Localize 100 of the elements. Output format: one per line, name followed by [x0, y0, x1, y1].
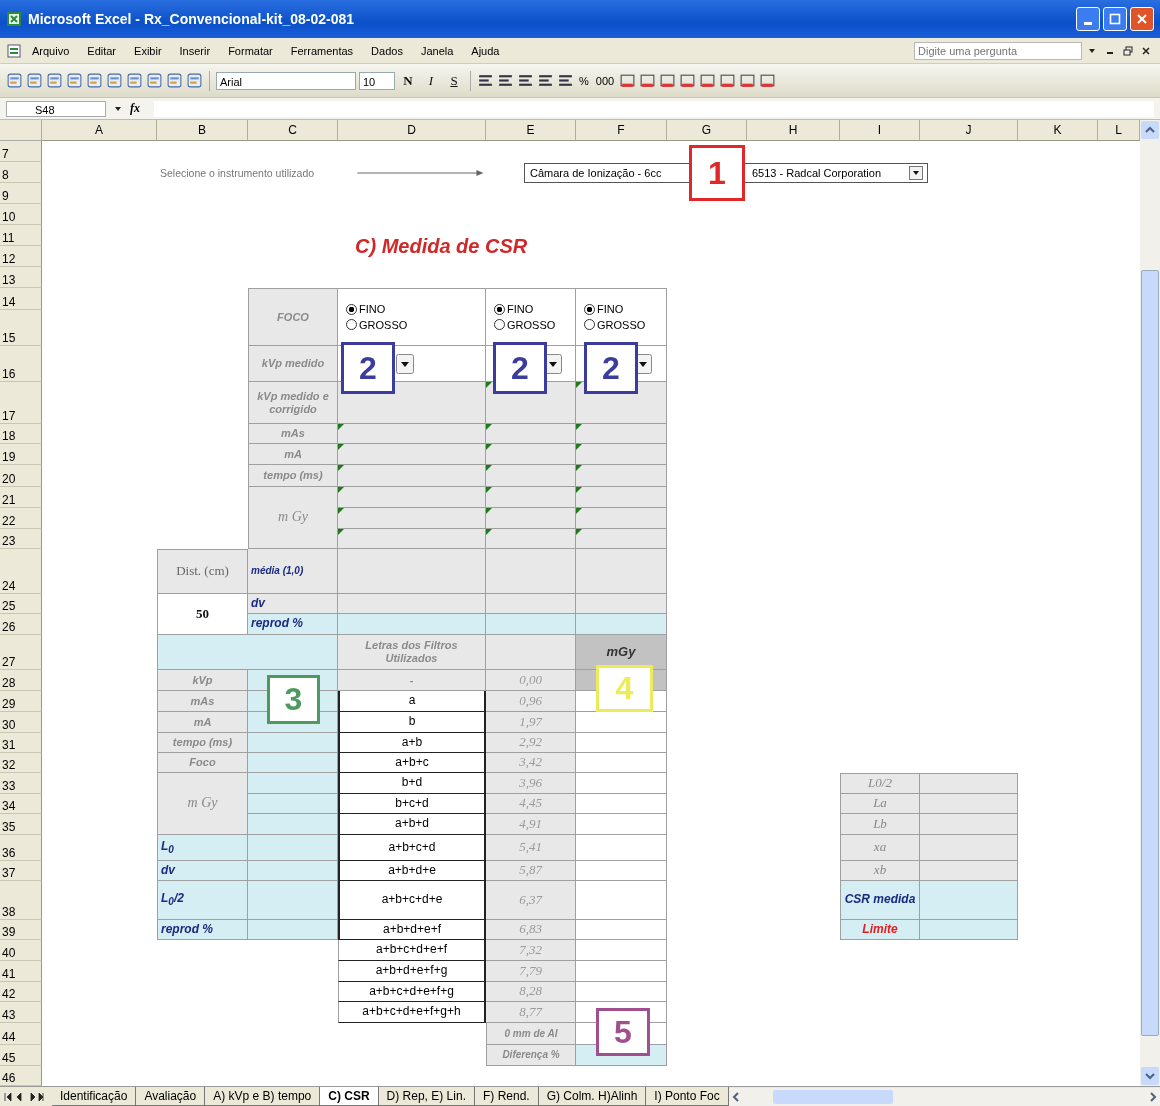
vertical-scrollbar[interactable] [1140, 120, 1160, 1086]
row-header[interactable]: 37 [0, 861, 42, 881]
row-header[interactable]: 9 [0, 183, 42, 204]
row-header[interactable]: 27 [0, 635, 42, 670]
scroll-down-icon[interactable] [1140, 1066, 1160, 1086]
menu-item[interactable]: Exibir [126, 44, 170, 57]
row-header[interactable]: 13 [0, 267, 42, 288]
name-box[interactable]: S48 [6, 100, 106, 117]
align-left-icon[interactable] [477, 72, 494, 89]
row-header[interactable]: 32 [0, 753, 42, 773]
column-header[interactable]: J [920, 120, 1018, 141]
row-header[interactable]: 31 [0, 733, 42, 753]
menu-item[interactable]: Janela [412, 44, 462, 57]
row-header[interactable]: 14 [0, 288, 42, 310]
menu-item[interactable]: Ferramentas [282, 44, 362, 57]
radio-icon[interactable] [584, 303, 595, 315]
column-header[interactable]: C [248, 120, 338, 141]
scroll-thumb[interactable] [1141, 270, 1159, 1036]
row-header[interactable]: 7 [0, 141, 42, 162]
sheet-tab[interactable]: Identificação [52, 1087, 137, 1106]
row-header[interactable]: 30 [0, 712, 42, 733]
row-header[interactable]: 29 [0, 691, 42, 712]
font-name-field[interactable]: Arial [216, 71, 356, 90]
row-header[interactable]: 46 [0, 1066, 42, 1086]
sheet-navigation-icon[interactable] [4, 1090, 44, 1103]
menu-item[interactable]: Arquivo [24, 44, 78, 57]
row-header[interactable]: 39 [0, 920, 42, 940]
column-header[interactable]: B [157, 120, 248, 141]
row-header[interactable]: 21 [0, 487, 42, 508]
scroll-thumb[interactable] [772, 1089, 893, 1104]
column-header[interactable]: I [840, 120, 920, 141]
row-header[interactable]: 43 [0, 1002, 42, 1023]
minimize-button[interactable] [1076, 7, 1100, 31]
row-header[interactable]: 45 [0, 1045, 42, 1066]
row-header[interactable]: 8 [0, 162, 42, 183]
row-header[interactable]: 17 [0, 382, 42, 424]
function-label[interactable]: fx [130, 101, 150, 116]
close-button[interactable] [1130, 7, 1154, 31]
row-header[interactable]: 44 [0, 1023, 42, 1045]
radio-icon[interactable] [494, 319, 505, 331]
row-header[interactable]: 34 [0, 794, 42, 814]
row-header[interactable]: 16 [0, 346, 42, 382]
sheet-tab[interactable]: I) Ponto Foc [646, 1087, 729, 1106]
row-header[interactable]: 10 [0, 204, 42, 225]
column-header[interactable]: K [1018, 120, 1098, 141]
radio-option[interactable]: FINO [584, 302, 624, 316]
sheet-tab[interactable]: D) Rep, E) Lin. [378, 1087, 475, 1106]
radio-icon[interactable] [346, 303, 357, 315]
row-header[interactable]: 35 [0, 814, 42, 835]
row-header[interactable]: 15 [0, 310, 42, 346]
menu-item[interactable]: Inserir [171, 44, 219, 57]
row-header[interactable]: 41 [0, 961, 42, 982]
row-header[interactable]: 42 [0, 982, 42, 1002]
restore-icon[interactable] [1123, 45, 1133, 56]
row-header[interactable]: 38 [0, 881, 42, 920]
row-header[interactable]: 40 [0, 940, 42, 961]
column-header[interactable]: L [1098, 120, 1140, 141]
sheet-tab[interactable]: A) kVp e B) tempo [205, 1087, 321, 1106]
row-header[interactable]: 25 [0, 594, 42, 614]
close-icon[interactable] [1141, 45, 1151, 56]
column-header[interactable]: E [486, 120, 576, 141]
row-header[interactable]: 33 [0, 773, 42, 794]
row-header[interactable]: 28 [0, 670, 42, 691]
number-format-button[interactable]: % [577, 74, 591, 87]
radio-option[interactable]: FINO [346, 302, 386, 316]
row-header[interactable]: 36 [0, 835, 42, 861]
help-search-field[interactable]: Digite uma pergunta [914, 41, 1082, 60]
sheet-tab[interactable]: G) Colm. H)Alinh [538, 1087, 647, 1106]
sheet-tab[interactable]: F) Rend. [474, 1087, 539, 1106]
row-header[interactable]: 12 [0, 246, 42, 267]
row-header[interactable]: 19 [0, 444, 42, 465]
radio-icon[interactable] [584, 319, 595, 331]
radio-option[interactable]: GROSSO [346, 318, 408, 332]
format-button[interactable]: I [421, 72, 441, 89]
radio-option[interactable]: GROSSO [584, 318, 646, 332]
radio-icon[interactable] [494, 303, 505, 315]
radio-icon[interactable] [346, 319, 357, 331]
column-header[interactable]: D [338, 120, 486, 141]
row-header[interactable]: 11 [0, 225, 42, 246]
row-header[interactable]: 24 [0, 549, 42, 594]
font-size-field[interactable]: 10 [359, 71, 395, 90]
column-header[interactable]: G [667, 120, 747, 141]
menu-item[interactable]: Dados [363, 44, 411, 57]
radio-option[interactable]: GROSSO [494, 318, 556, 332]
menu-item[interactable]: Ajuda [463, 44, 508, 57]
menu-item[interactable]: Formatar [220, 44, 281, 57]
row-header[interactable]: 23 [0, 529, 42, 549]
sheet-tab[interactable]: Avaliação [136, 1087, 206, 1106]
row-header[interactable]: 20 [0, 465, 42, 487]
sheet-tab[interactable]: C) CSR [320, 1087, 379, 1106]
maximize-button[interactable] [1103, 7, 1127, 31]
format-button[interactable]: N [398, 72, 418, 89]
radio-option[interactable]: FINO [494, 302, 534, 316]
format-button[interactable]: S [444, 72, 464, 89]
menu-item[interactable]: Editar [79, 44, 125, 57]
column-header[interactable]: F [576, 120, 667, 141]
row-header[interactable]: 26 [0, 614, 42, 635]
row-header[interactable]: 22 [0, 508, 42, 529]
number-format-button[interactable]: 000 [593, 74, 617, 87]
row-header[interactable]: 18 [0, 424, 42, 444]
